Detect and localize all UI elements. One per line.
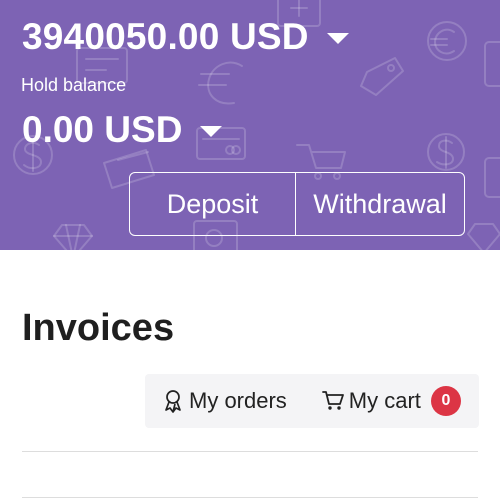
page-title: Invoices <box>22 307 175 350</box>
cart-count-badge: 0 <box>430 386 461 416</box>
main-balance-selector[interactable]: 3940050.00 USD <box>22 10 349 64</box>
orders-cart-toolbar: My orders My cart 0 <box>145 374 479 428</box>
my-cart-link[interactable]: My cart 0 <box>321 386 461 416</box>
caret-down-icon <box>326 32 349 44</box>
hold-balance-amount: 0.00 USD <box>22 109 183 150</box>
my-orders-label: My orders <box>189 388 287 413</box>
wallet-screen: 3940050.00 USD Hold balance 0.00 USD Dep… <box>0 0 500 500</box>
hold-balance-label: Hold balance <box>21 75 127 95</box>
deposit-button[interactable]: Deposit <box>130 173 296 235</box>
content-divider <box>22 497 478 498</box>
content-divider <box>22 451 478 452</box>
main-balance-amount: 3940050.00 USD <box>22 16 309 57</box>
my-orders-link[interactable]: My orders <box>161 388 287 414</box>
wallet-balance-panel: 3940050.00 USD Hold balance 0.00 USD Dep… <box>0 0 500 250</box>
caret-down-icon <box>200 125 223 137</box>
shopping-cart-icon <box>321 389 345 413</box>
withdrawal-button[interactable]: Withdrawal <box>296 173 464 235</box>
my-cart-label: My cart <box>348 388 421 413</box>
hold-balance-selector[interactable]: 0.00 USD <box>22 104 223 156</box>
wallet-action-group: Deposit Withdrawal <box>129 172 465 236</box>
award-ribbon-icon <box>161 389 185 413</box>
